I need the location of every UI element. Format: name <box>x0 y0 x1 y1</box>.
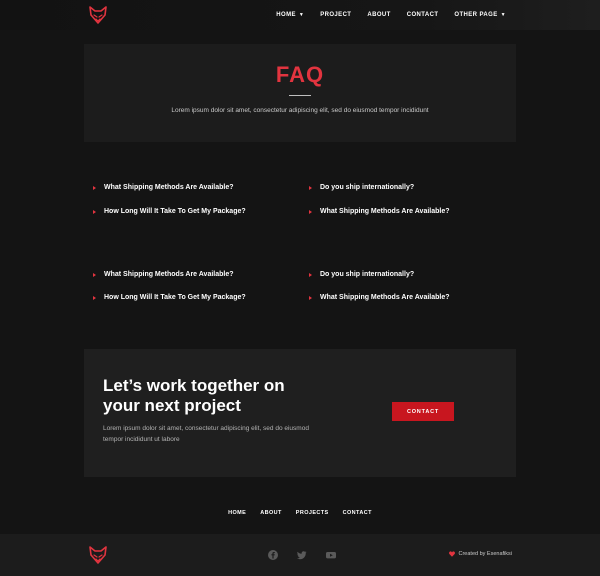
caret-right-icon <box>309 272 312 277</box>
footer-bar: Created by Esenafiksi <box>0 534 600 576</box>
faq-question-text: What Shipping Methods Are Available? <box>104 184 234 191</box>
social-links <box>268 550 336 560</box>
faq-question[interactable]: What Shipping Methods Are Available? <box>93 184 234 191</box>
caret-right-icon <box>93 185 96 190</box>
title-divider <box>289 95 311 96</box>
cta-description-line2: tempor incididunt ut labore <box>103 436 180 443</box>
faq-question-text: How Long Will It Take To Get My Package? <box>104 208 246 215</box>
faq-question-text: What Shipping Methods Are Available? <box>320 294 450 301</box>
nav-home[interactable]: HOME ▼ <box>276 12 304 18</box>
faq-question[interactable]: Do you ship internationally? <box>309 271 414 278</box>
nav-contact[interactable]: CONTACT <box>407 12 439 18</box>
faq-question[interactable]: Do you ship internationally? <box>309 184 414 191</box>
credit-text: Created by Esenafiksi <box>458 551 513 557</box>
youtube-icon[interactable] <box>326 550 336 560</box>
faq-question-text: Do you ship internationally? <box>320 271 415 278</box>
faq-question[interactable]: What Shipping Methods Are Available? <box>93 271 234 278</box>
page-title: FAQ <box>275 62 325 87</box>
credit: Created by Esenafiksi <box>448 551 513 557</box>
fox-head-icon[interactable] <box>88 6 108 24</box>
faq-question-text: Do you ship internationally? <box>320 184 415 191</box>
cta-description: Lorem ipsum dolor sit amet, consectetur … <box>103 423 343 445</box>
nav-about-label: ABOUT <box>367 12 391 18</box>
twitter-icon[interactable] <box>297 550 307 560</box>
footer-link-home[interactable]: HOME <box>228 510 246 516</box>
faq-question[interactable]: What Shipping Methods Are Available? <box>309 294 450 301</box>
caret-right-icon <box>93 295 96 300</box>
faq-question-text: How Long Will It Take To Get My Package? <box>104 294 246 301</box>
cta-heading: Let’s work together on your next project <box>103 376 363 416</box>
fox-head-icon[interactable] <box>88 546 108 564</box>
caret-right-icon <box>309 295 312 300</box>
caret-right-icon <box>93 272 96 277</box>
caret-right-icon <box>309 209 312 214</box>
faq-question[interactable]: What Shipping Methods Are Available? <box>309 208 450 215</box>
nav-other-page[interactable]: OTHER PAGE ▼ <box>454 12 506 18</box>
nav-home-label: HOME <box>276 12 296 18</box>
main-nav: HOME ▼ PROJECT ABOUT CONTACT OTHER PAGE … <box>276 0 506 30</box>
page-subtitle: Lorem ipsum dolor sit amet, consectetur … <box>171 107 429 114</box>
nav-project[interactable]: PROJECT <box>320 12 351 18</box>
footer-link-projects[interactable]: PROJECTS <box>296 510 329 516</box>
cta-heading-line2: your next project <box>103 396 241 415</box>
heart-icon <box>448 551 455 557</box>
caret-right-icon <box>309 185 312 190</box>
footer-link-contact[interactable]: CONTACT <box>343 510 372 516</box>
top-navigation-bar: HOME ▼ PROJECT ABOUT CONTACT OTHER PAGE … <box>0 0 600 30</box>
footer-nav: HOME ABOUT PROJECTS CONTACT <box>0 510 600 516</box>
cta-section: Let’s work together on your next project… <box>84 349 516 477</box>
nav-project-label: PROJECT <box>320 12 352 18</box>
chevron-down-icon: ▼ <box>500 12 506 18</box>
nav-about[interactable]: ABOUT <box>367 12 390 18</box>
faq-question-text: What Shipping Methods Are Available? <box>320 208 450 215</box>
chevron-down-icon: ▼ <box>298 12 305 18</box>
caret-right-icon <box>93 209 96 214</box>
nav-other-page-label: OTHER PAGE <box>454 12 498 18</box>
nav-contact-label: CONTACT <box>406 12 439 18</box>
faq-question[interactable]: How Long Will It Take To Get My Package? <box>93 208 246 215</box>
cta-description-line1: Lorem ipsum dolor sit amet, consectetur … <box>103 425 309 432</box>
cta-heading-line1: Let’s work together on <box>103 376 285 395</box>
faq-hero: FAQ Lorem ipsum dolor sit amet, consecte… <box>84 44 516 142</box>
faq-question[interactable]: How Long Will It Take To Get My Package? <box>93 294 246 301</box>
contact-button[interactable]: CONTACT <box>392 402 454 421</box>
facebook-icon[interactable] <box>268 550 278 560</box>
faq-question-text: What Shipping Methods Are Available? <box>104 271 234 278</box>
footer-link-about[interactable]: ABOUT <box>260 510 282 516</box>
